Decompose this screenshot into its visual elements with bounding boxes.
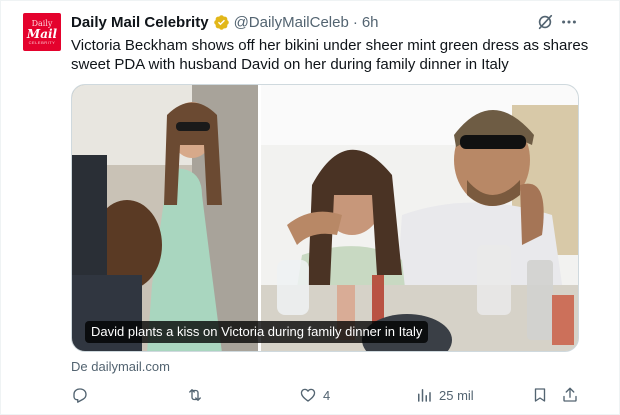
reply-button[interactable]: [71, 384, 95, 406]
views-button[interactable]: 25 mil: [415, 384, 474, 406]
views-count: 25 mil: [439, 387, 474, 403]
account-handle[interactable]: @DailyMailCeleb: [234, 14, 349, 31]
bookmark-icon: [534, 388, 546, 402]
share-button[interactable]: [561, 384, 579, 406]
retweet-icon: [189, 389, 201, 401]
verified-badge-icon: [213, 14, 230, 31]
avatar-text-mail: Mail: [26, 26, 58, 41]
bookmark-button[interactable]: [531, 384, 549, 406]
media-caption: David plants a kiss on Victoria during f…: [85, 321, 429, 343]
tweet-header: Daily Mail Celebrity @DailyMailCeleb · 6…: [71, 12, 379, 32]
like-button[interactable]: 4: [299, 384, 330, 406]
action-bar: 4 25 mil: [71, 384, 581, 406]
reply-icon: [73, 388, 87, 403]
retweet-button[interactable]: [186, 384, 210, 406]
heart-icon: [300, 388, 316, 402]
account-name[interactable]: Daily Mail Celebrity: [71, 14, 209, 31]
share-icon: [563, 387, 577, 402]
tweet-photo: [72, 85, 578, 351]
media-image[interactable]: [71, 84, 579, 352]
grok-icon[interactable]: [536, 13, 554, 31]
separator-dot: ·: [352, 13, 358, 31]
avatar[interactable]: Daily Mail CELEBRITY: [23, 13, 61, 51]
link-source[interactable]: De dailymail.com: [71, 359, 170, 374]
more-icon[interactable]: [560, 13, 578, 31]
tweet-time[interactable]: 6h: [362, 14, 379, 31]
like-count: 4: [323, 387, 331, 403]
views-icon: [418, 389, 431, 402]
tweet-text: Victoria Beckham shows off her bikini un…: [71, 37, 589, 73]
tweet-card[interactable]: Daily Mail CELEBRITY Daily Mail Celebrit…: [0, 0, 620, 415]
avatar-text-celebrity: CELEBRITY: [28, 39, 56, 45]
